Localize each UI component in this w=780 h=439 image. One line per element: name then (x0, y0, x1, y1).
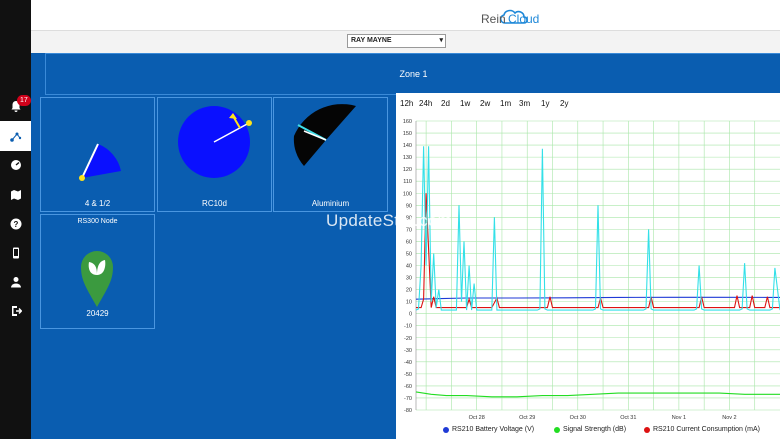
y-tick-label: -30 (404, 348, 412, 354)
riser-icon (293, 104, 356, 166)
help-icon: ? (10, 218, 21, 230)
nav-logout[interactable] (0, 297, 31, 325)
nav-profile[interactable] (0, 268, 31, 296)
y-tick-label: 110 (403, 179, 412, 185)
logout-icon (11, 306, 22, 316)
x-tick-label: Oct 30 (570, 415, 586, 421)
y-tick-label: 120 (403, 167, 412, 173)
legend-item[interactable]: Signal Strength (dB) (554, 426, 626, 433)
x-tick-label: Nov 1 (672, 415, 686, 421)
controller-select[interactable]: RAY MAYNE ▾ (347, 34, 446, 48)
y-tick-label: 20 (406, 288, 412, 294)
y-tick-label: -10 (404, 324, 412, 330)
reincloud-logo: Rein Cloud (451, 4, 561, 33)
x-tick-label: Oct 28 (469, 415, 485, 421)
legend-swatch (443, 426, 449, 433)
tile-spray-arc[interactable]: 4 & 1/2 (40, 97, 155, 212)
y-tick-label: 40 (406, 264, 412, 270)
y-tick-label: 130 (403, 155, 412, 161)
y-tick-label: -20 (404, 336, 412, 342)
controller-selector-bar: RAY MAYNE ▾ (31, 31, 780, 53)
x-tick-label: Oct 31 (620, 415, 636, 421)
x-tick-label: Nov 2 (722, 415, 736, 421)
nozzle-icon (178, 106, 252, 178)
tile-label: Aluminium (311, 199, 350, 208)
y-tick-label: 30 (406, 276, 412, 282)
nav-dashboard[interactable] (0, 151, 31, 179)
watermark-text: UpdateStar.com (326, 211, 453, 230)
y-tick-label: 150 (403, 131, 412, 137)
gauge-icon (10, 160, 21, 170)
controller-select-value: RAY MAYNE (351, 37, 392, 44)
chevron-down-icon: ▾ (439, 37, 443, 44)
series-line-1 (415, 391, 780, 398)
zone-header: Zone 1 (45, 53, 780, 95)
sprinkler-icon (9, 132, 21, 142)
nav-help[interactable]: ? (0, 210, 31, 238)
y-tick-label: -70 (404, 396, 412, 402)
tile-label: 4 & 1/2 (84, 199, 111, 208)
zone-title: Zone 1 (399, 69, 428, 79)
y-tick-label: -40 (404, 360, 412, 366)
legend-item[interactable]: RS210 Battery Voltage (V) (443, 426, 534, 433)
nav-map[interactable] (0, 181, 31, 209)
y-tick-label: -50 (404, 372, 412, 378)
logo-text-cloud: Cloud (508, 12, 540, 26)
leaf-pin-icon (81, 251, 113, 307)
legend-label: RS210 Battery Voltage (V) (452, 426, 535, 433)
series-line-3 (415, 146, 780, 311)
y-tick-label: 50 (406, 251, 412, 257)
y-tick-label: 60 (406, 239, 412, 245)
phone-icon (12, 247, 19, 259)
tile-riser[interactable]: Aluminium (273, 97, 388, 212)
y-tick-label: -80 (404, 408, 412, 414)
nav-notifications[interactable]: 17 (0, 92, 31, 120)
user-icon (10, 277, 21, 288)
x-tick-label: Oct 29 (519, 415, 535, 421)
legend-item[interactable]: RS210 Current Consumption (mA) (644, 426, 760, 433)
tile-node[interactable]: RS300 Node 20429 (40, 214, 155, 329)
legend-label: RS210 Current Consumption (mA) (653, 426, 760, 433)
nav-sprinklers[interactable] (0, 121, 31, 151)
tile-nozzle[interactable]: RC10d (157, 97, 272, 212)
map-icon (10, 190, 21, 200)
y-tick-label: 140 (403, 143, 412, 149)
nav-devices[interactable] (0, 239, 31, 267)
history-chart: 1601501401301201101009080706050403020100… (403, 119, 780, 421)
app-header: Rein Cloud (31, 0, 780, 31)
y-tick-label: 10 (406, 300, 412, 306)
y-tick-label: 90 (406, 203, 412, 209)
y-tick-label: 160 (403, 119, 412, 125)
y-tick-label: -60 (404, 384, 412, 390)
y-tick-label: 0 (409, 312, 412, 318)
tile-title: RS300 Node (77, 218, 118, 225)
notification-badge: 17 (17, 95, 31, 106)
history-chart-panel: 12h 24h 2d 1w 2w 1m 3m 1y 2y 160 150 140 130 120 110 1… (396, 93, 780, 439)
y-tick-label: 100 (403, 191, 412, 197)
tile-label: 20429 (86, 309, 109, 318)
spray-arc-icon (79, 143, 121, 181)
legend-swatch (644, 426, 650, 433)
tile-label: RC10d (202, 199, 227, 208)
sidebar: 17 ? (0, 0, 31, 439)
legend-label: Signal Strength (dB) (563, 426, 627, 433)
svg-text:?: ? (13, 220, 18, 229)
legend-swatch (554, 426, 560, 433)
logo-text-rein: Rein (481, 12, 506, 26)
